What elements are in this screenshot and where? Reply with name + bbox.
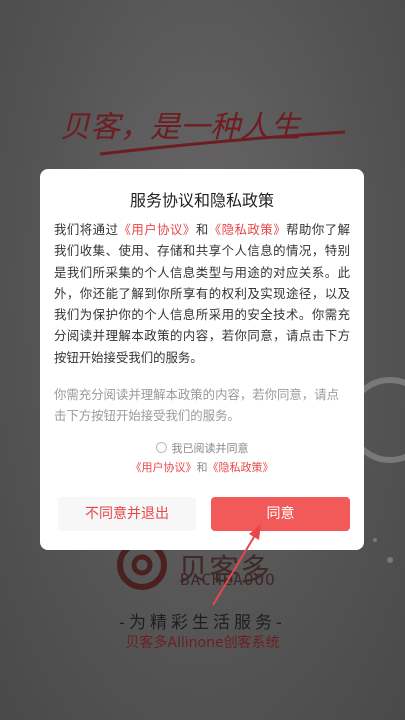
- body-and: 和: [195, 222, 209, 237]
- tagline: -为精彩生活服务-: [119, 613, 286, 633]
- slogan-calligraphy: 贝客，是一种人生: [60, 110, 346, 156]
- dialog-title: 服务协议和隐私政策: [129, 191, 274, 210]
- body-text-pre: 我们将通过: [54, 222, 119, 237]
- body-text-post: 帮助你了解我们收集、使用、存储和共享个人信息的情况，特别是我们所采集的个人信息类…: [54, 222, 351, 365]
- agree-radio-icon[interactable]: [155, 442, 167, 453]
- privacy-policy-link[interactable]: 《隐私政策》: [209, 222, 286, 237]
- agree-and: 和: [196, 461, 208, 474]
- agree-user-agreement-link[interactable]: 《用户协议》: [131, 461, 197, 474]
- agree-links: 《用户协议》和《隐私政策》: [40, 459, 364, 475]
- agree-privacy-policy-link[interactable]: 《隐私政策》: [208, 461, 274, 474]
- agree-checkbox-row[interactable]: 我已阅读并同意: [40, 440, 364, 456]
- pointer-arrow-icon: [212, 524, 261, 606]
- slogan-text: 贝客，是一种人生: [60, 110, 302, 145]
- sub-tagline: 贝客多Allinone创客系统: [125, 635, 280, 651]
- privacy-dialog: 服务协议和隐私政策 我们将通过《用户协议》和《隐私政策》帮助你了解我们收集、使用…: [40, 169, 364, 550]
- agree-label: 我已阅读并同意: [171, 442, 249, 455]
- reject-exit-button[interactable]: 不同意并退出: [58, 497, 196, 531]
- user-agreement-link[interactable]: 《用户协议》: [118, 222, 195, 237]
- dialog-body: 我们将通过《用户协议》和《隐私政策》帮助你了解我们收集、使用、存储和共享个人信息…: [54, 219, 350, 368]
- dialog-note: 你需充分阅读并理解本政策的内容，若你同意，请点击下方按钮开始接受我们的服务。: [54, 387, 339, 423]
